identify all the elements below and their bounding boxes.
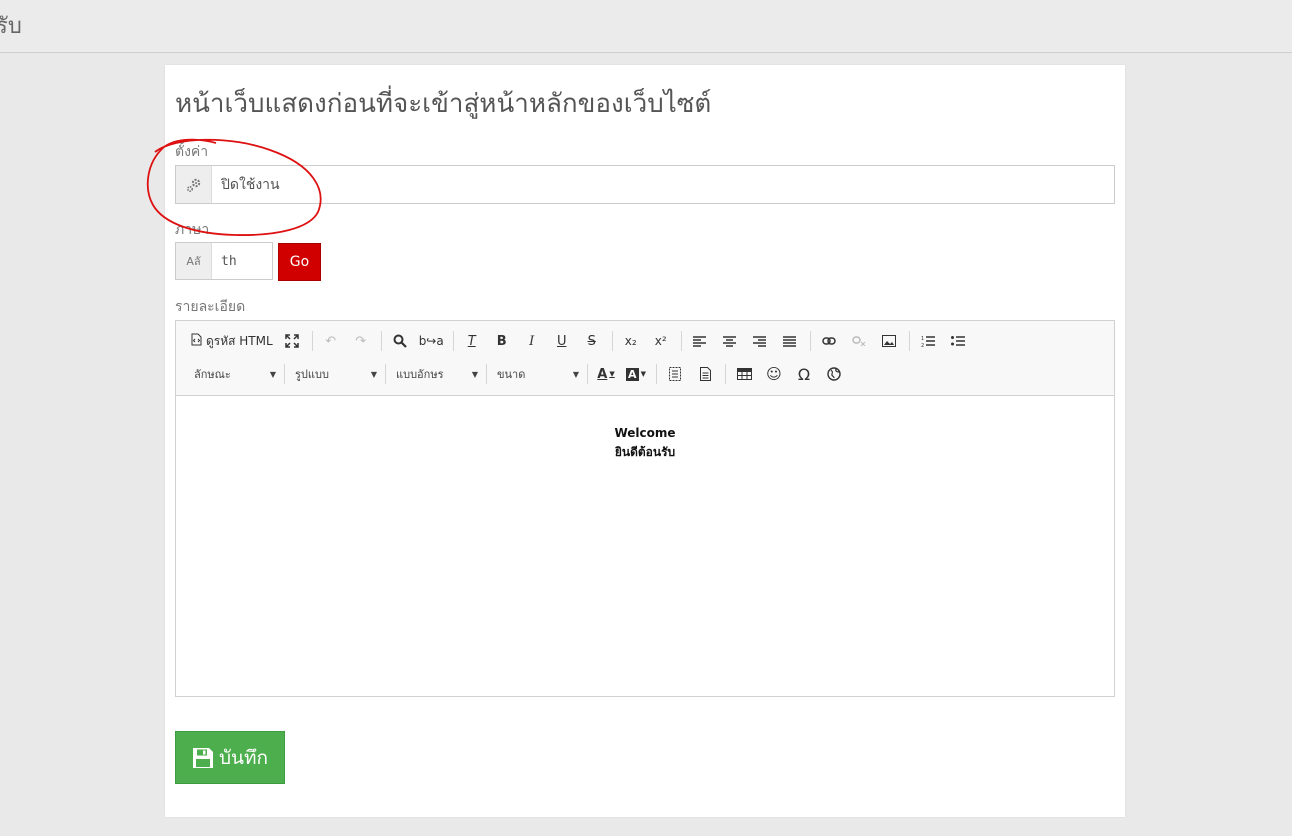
subscript-icon[interactable]: x₂: [617, 329, 645, 353]
settings-value: ปิดใช้งาน: [221, 176, 280, 193]
language-input-group: Aลั th: [175, 242, 273, 280]
page-title: หน้าเว็บแสดงก่อนที่จะเข้าสู่หน้าหลักของเ…: [175, 89, 712, 119]
top-bar: รับ: [0, 0, 1292, 53]
chevron-down-icon: ▼: [572, 369, 579, 379]
svg-text:1: 1: [921, 336, 924, 342]
svg-text:2: 2: [921, 343, 924, 347]
redo-icon[interactable]: ↷: [347, 329, 375, 353]
find-icon[interactable]: [386, 329, 414, 353]
link-icon[interactable]: [815, 329, 843, 353]
gears-icon: [176, 166, 212, 203]
justify-icon[interactable]: [776, 329, 804, 353]
image-icon[interactable]: [875, 329, 903, 353]
numbered-list-icon[interactable]: 12: [914, 329, 942, 353]
undo-icon[interactable]: ↶: [317, 329, 345, 353]
document-icon[interactable]: [691, 362, 719, 386]
table-icon[interactable]: [730, 362, 758, 386]
language-input[interactable]: th: [212, 243, 237, 279]
replace-icon[interactable]: b↪a: [416, 329, 447, 353]
special-char-icon[interactable]: Ω: [790, 362, 818, 386]
go-button[interactable]: Go: [278, 243, 321, 281]
format-label: รูปแบบ: [295, 368, 329, 381]
language-label: ภาษา: [175, 222, 210, 238]
save-label: บันทึก: [218, 746, 269, 769]
superscript-icon[interactable]: x²: [647, 329, 675, 353]
chevron-down-icon: ▼: [269, 369, 276, 379]
bullet-list-icon[interactable]: [944, 329, 972, 353]
maximize-icon[interactable]: [278, 329, 306, 353]
chevron-down-icon: ▼: [471, 369, 478, 379]
settings-select[interactable]: ปิดใช้งาน: [175, 165, 1115, 204]
remove-format-icon[interactable]: T: [458, 329, 486, 353]
size-dropdown[interactable]: ขนาด ▼: [491, 362, 583, 386]
format-dropdown[interactable]: รูปแบบ ▼: [289, 362, 381, 386]
editor-content-area[interactable]: Welcome ยินดีต้อนรับ: [176, 396, 1114, 696]
align-left-icon[interactable]: [686, 329, 714, 353]
italic-icon[interactable]: I: [518, 329, 546, 353]
language-icon: Aลั: [176, 243, 212, 279]
save-button[interactable]: บันทึก: [175, 731, 285, 784]
chevron-down-icon: ▼: [370, 369, 377, 379]
size-label: ขนาด: [497, 368, 526, 381]
style-dropdown[interactable]: ลักษณะ ▼: [188, 362, 280, 386]
welcome-thai-text: ยินดีต้อนรับ: [614, 445, 676, 459]
source-icon: [191, 333, 202, 349]
source-label: ดูรหัส HTML: [206, 333, 273, 348]
underline-icon[interactable]: U: [548, 329, 576, 353]
iframe-globe-icon[interactable]: [820, 362, 848, 386]
style-label: ลักษณะ: [194, 368, 231, 381]
strikethrough-icon[interactable]: S: [578, 329, 606, 353]
bold-icon[interactable]: B: [488, 329, 516, 353]
show-blocks-icon[interactable]: [661, 362, 689, 386]
align-center-icon[interactable]: [716, 329, 744, 353]
floppy-disk-icon: [192, 747, 214, 769]
smiley-icon[interactable]: ☺: [760, 362, 788, 386]
topbar-partial-text: รับ: [0, 14, 22, 39]
source-button[interactable]: ดูรหัส HTML: [188, 329, 276, 353]
rich-text-editor: ดูรหัส HTML ↶ ↷ b↪a T B I U S x₂ x² 1 2 …: [175, 320, 1115, 697]
editor-toolbar: ดูรหัส HTML ↶ ↷ b↪a T B I U S x₂ x² 1 2 …: [176, 321, 1114, 396]
details-label: รายละเอียด: [175, 299, 246, 315]
settings-label: ตั้งค่า: [175, 144, 209, 160]
unlink-icon[interactable]: [845, 329, 873, 353]
background-color-icon[interactable]: A ▼: [622, 362, 650, 386]
font-dropdown[interactable]: แบบอักษร ▼: [390, 362, 482, 386]
font-label: แบบอักษร: [396, 368, 444, 381]
settings-card: หน้าเว็บแสดงก่อนที่จะเข้าสู่หน้าหลักของเ…: [165, 65, 1125, 817]
welcome-text: Welcome: [614, 426, 676, 440]
text-color-icon[interactable]: A ▼: [592, 362, 620, 386]
align-right-icon[interactable]: [746, 329, 774, 353]
